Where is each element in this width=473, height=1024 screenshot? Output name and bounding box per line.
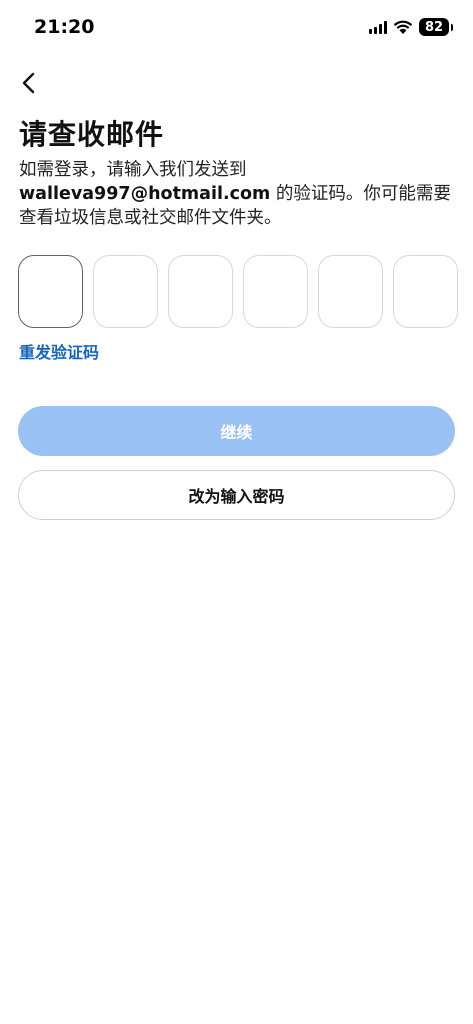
page-title: 请查收邮件 bbox=[19, 118, 165, 151]
code-digit-box-6[interactable] bbox=[393, 255, 458, 328]
chevron-left-icon bbox=[22, 72, 35, 94]
status-bar: 21:20 82 bbox=[0, 0, 473, 56]
battery-level: 82 bbox=[424, 19, 444, 35]
code-digit-box-2[interactable] bbox=[93, 255, 158, 328]
code-digit-box-3[interactable] bbox=[168, 255, 233, 328]
back-button[interactable] bbox=[14, 68, 44, 98]
use-password-button[interactable]: 改为输入密码 bbox=[18, 470, 455, 520]
battery-icon: 82 bbox=[419, 18, 449, 36]
code-digit-box-1[interactable] bbox=[18, 255, 83, 328]
signal-icon bbox=[369, 20, 387, 34]
resend-code-link[interactable]: 重发验证码 bbox=[19, 339, 99, 363]
code-digit-box-4[interactable] bbox=[243, 255, 308, 328]
status-icons: 82 bbox=[369, 18, 453, 36]
battery-tip bbox=[451, 23, 453, 31]
code-digit-box-5[interactable] bbox=[318, 255, 383, 328]
email-address: walleva997@hotmail.com bbox=[19, 184, 271, 204]
verification-code-input bbox=[18, 255, 458, 328]
instruction-text: 如需登录，请输入我们发送到 walleva997@hotmail.com 的验证码… bbox=[19, 158, 459, 230]
continue-button[interactable]: 继续 bbox=[18, 406, 455, 456]
status-time: 21:20 bbox=[34, 16, 95, 38]
instruction-line-1: 如需登录，请输入我们发送到 bbox=[19, 160, 247, 180]
wifi-icon bbox=[393, 20, 413, 34]
